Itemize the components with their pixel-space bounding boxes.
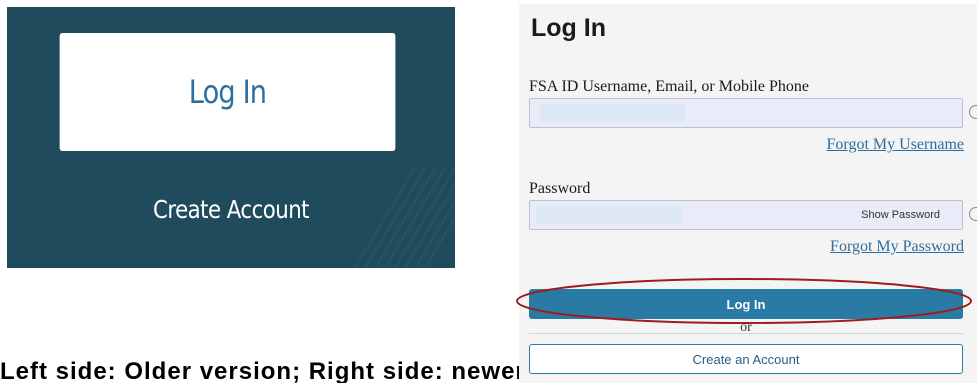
old-login-button[interactable]: Log In [59,33,396,151]
help-icon[interactable] [969,207,977,221]
show-password-button[interactable]: Show Password [861,209,940,221]
new-login-panel: Log In FSA ID Username, Email, or Mobile… [519,4,977,383]
forgot-username-link[interactable]: Forgot My Username [827,136,964,154]
password-prefill [536,206,681,224]
page: Log In Create Account Left side: Older v… [0,0,977,383]
username-input[interactable] [529,98,963,128]
page-title: Log In [531,14,606,42]
username-prefill [540,104,685,122]
username-label: FSA ID Username, Email, or Mobile Phone [529,78,809,95]
old-create-account-link[interactable]: Create Account [41,195,422,224]
password-label: Password [529,180,591,197]
forgot-password-link[interactable]: Forgot My Password [830,238,964,256]
help-icon[interactable] [969,105,977,119]
old-login-panel: Log In Create Account [7,7,455,268]
or-separator: or [740,320,752,335]
create-account-button[interactable]: Create an Account [529,344,963,374]
password-input[interactable]: Show Password [529,200,963,230]
login-button[interactable]: Log In [529,289,963,319]
